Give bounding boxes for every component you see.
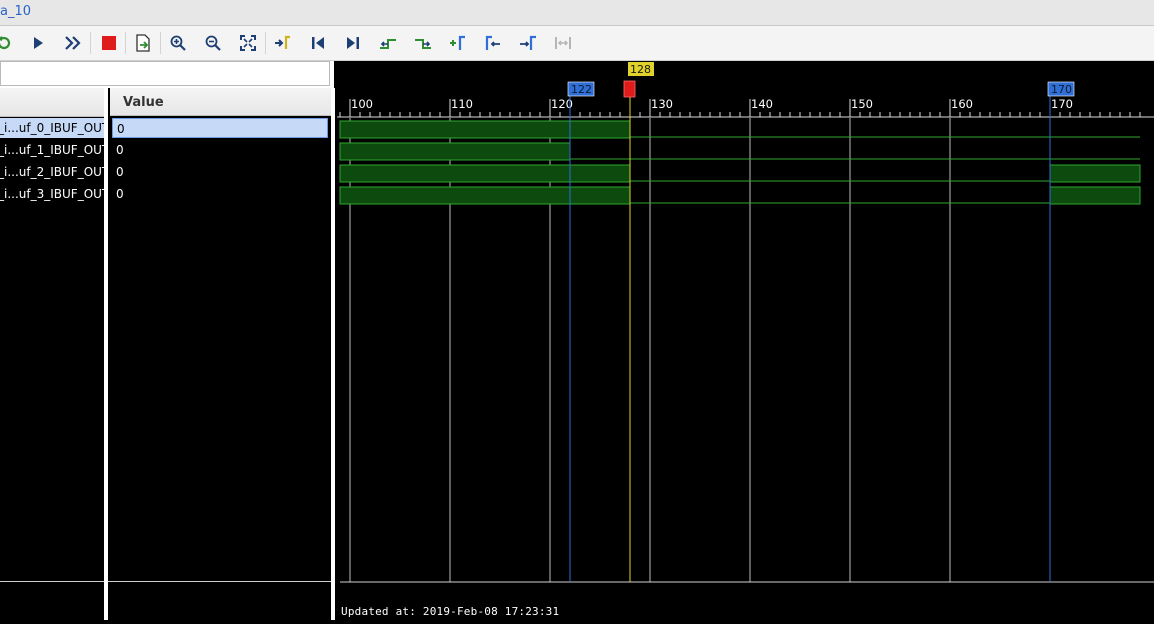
run-all-icon[interactable] [28, 33, 48, 53]
signal-high-segment[interactable] [339, 120, 631, 139]
zoom-fit-icon[interactable] [238, 33, 258, 53]
ruler-tick-label: 170 [1051, 97, 1073, 111]
signal-high-segment[interactable] [1049, 186, 1141, 205]
waveform-svg[interactable]: 100 110 120 130 140 150 160 170122 170128 [329, 61, 1154, 620]
toolbar-separator [265, 32, 266, 54]
previous-marker-icon[interactable] [483, 33, 503, 53]
window-tab-title[interactable]: a_10 [0, 4, 31, 19]
toolbar-separator [90, 32, 91, 54]
signal-name-cell[interactable]: _i...uf_2_IBUF_OUT [0, 162, 104, 182]
signal-high-segment[interactable] [1049, 164, 1141, 183]
ruler-tick-label: 140 [751, 97, 773, 111]
zoom-in-icon[interactable] [168, 33, 188, 53]
signal-high-segment[interactable] [339, 142, 571, 161]
go-to-time-0-icon[interactable] [308, 33, 328, 53]
tab-bar: a_10 [0, 0, 1154, 26]
signal-high-segment[interactable] [339, 186, 631, 205]
signal-value-cell[interactable]: 0 [112, 118, 328, 138]
search-input[interactable] [0, 61, 330, 86]
value-column-header[interactable]: Value [110, 88, 331, 116]
ruler-tick-label: 160 [951, 97, 973, 111]
status-updated-text: Updated at: 2019-Feb-08 17:23:31 [341, 605, 560, 618]
waveform-canvas[interactable]: 100 110 120 130 140 150 160 170 122 170 128 [329, 61, 1154, 620]
name-column-header[interactable] [0, 88, 104, 117]
previous-transition-icon[interactable] [378, 33, 398, 53]
signal-name-cell[interactable]: _i...uf_1_IBUF_OUT [0, 140, 104, 160]
restart-icon[interactable] [0, 33, 14, 53]
signal-name-cell[interactable]: _i...uf_3_IBUF_OUT [0, 184, 104, 204]
save-wave-config-icon[interactable] [133, 33, 153, 53]
signal-value-cell[interactable]: 0 [112, 162, 328, 182]
next-transition-icon[interactable] [413, 33, 433, 53]
signal-value-cell[interactable]: 0 [112, 184, 328, 204]
pane-divider[interactable] [331, 88, 335, 620]
signal-name-cell[interactable]: _i...uf_0_IBUF_OUT [0, 118, 104, 138]
ruler-tick-label: 100 [351, 97, 373, 111]
list-bottom-line [108, 581, 331, 582]
swap-cursors-icon[interactable] [553, 33, 573, 53]
ruler-tick-label: 150 [851, 97, 873, 111]
break-icon[interactable] [99, 33, 119, 53]
signal-high-segment[interactable] [339, 164, 631, 183]
list-bottom-line [0, 581, 104, 582]
go-to-last-time-icon[interactable] [343, 33, 363, 53]
toolbar-separator [160, 32, 161, 54]
ruler-tick-label: 130 [651, 97, 673, 111]
column-divider[interactable] [104, 88, 108, 620]
go-to-cursor-icon[interactable] [273, 33, 293, 53]
zoom-out-icon[interactable] [203, 33, 223, 53]
cursor-label: 128 [630, 63, 651, 76]
marker-label: 170 [1051, 83, 1072, 96]
add-marker-icon[interactable] [448, 33, 468, 53]
run-for-icon[interactable] [63, 33, 83, 53]
signal-value-cell[interactable]: 0 [112, 140, 328, 160]
marker-label: 122 [571, 83, 592, 96]
cursor-handle[interactable] [623, 80, 636, 98]
toolbar-separator [125, 32, 126, 54]
ruler-tick-label: 110 [451, 97, 473, 111]
wave-toolbar [0, 26, 1154, 61]
next-marker-icon[interactable] [518, 33, 538, 53]
